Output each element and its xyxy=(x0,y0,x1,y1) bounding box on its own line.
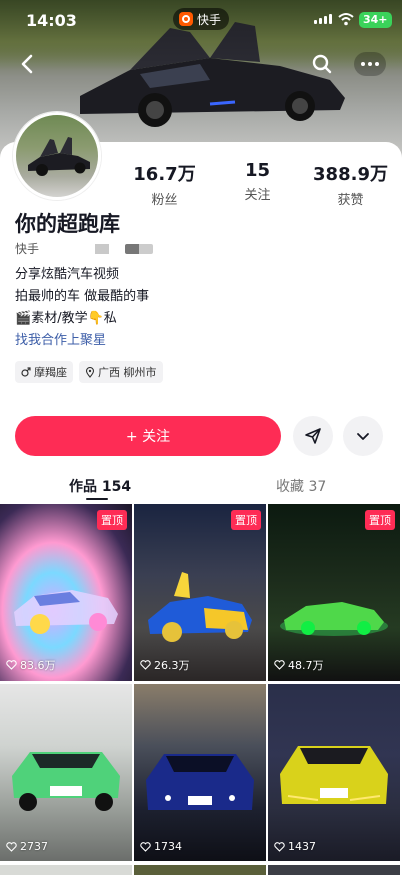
male-icon xyxy=(21,367,31,377)
status-bar: 14:03 快手 34+ xyxy=(0,8,402,32)
active-tab-indicator xyxy=(86,498,108,500)
follow-button[interactable]: + 关注 xyxy=(15,416,281,456)
signal-icon xyxy=(314,14,332,24)
battery-indicator: 34+ xyxy=(359,12,392,28)
video-likes: 1734 xyxy=(140,840,182,853)
video-likes: 2737 xyxy=(6,840,48,853)
pinned-badge: 置顶 xyxy=(97,510,127,530)
user-id-row[interactable]: 快手 xyxy=(15,240,154,257)
likes-count: 388.9万 xyxy=(313,164,388,185)
green-lambo-image xyxy=(12,752,120,811)
video-thumbnail[interactable]: 置顶 26.3万 xyxy=(134,504,266,681)
followers-label: 粉丝 xyxy=(151,193,178,208)
heart-icon xyxy=(274,841,285,852)
pinned-badge: 置顶 xyxy=(365,510,395,530)
video-thumbnail[interactable]: 置顶 48.7万 xyxy=(268,504,400,681)
content-tabs: 作品 154 收藏 37 xyxy=(0,472,402,502)
profile-bio: 分享炫酷汽车视频 拍最帅的车 做最酷的事 🎬素材/教学👇私 找我合作上聚星 xyxy=(15,264,149,352)
send-icon xyxy=(305,428,321,444)
video-thumbnail[interactable] xyxy=(134,865,266,875)
green-car-image xyxy=(280,602,388,636)
video-thumbnail[interactable]: 置顶 83.6万 xyxy=(0,504,132,681)
share-button[interactable] xyxy=(293,416,333,456)
bio-line-3-text: 素材/教学 xyxy=(31,311,88,326)
blue-yellow-car-image xyxy=(148,572,252,642)
video-thumbnail[interactable] xyxy=(268,865,400,875)
pinned-badge: 置顶 xyxy=(231,510,261,530)
heart-icon xyxy=(274,660,285,670)
followers-count: 16.7万 xyxy=(133,164,196,185)
video-likes: 83.6万 xyxy=(6,657,56,673)
rainbow-car-image xyxy=(14,590,118,634)
back-arrow-icon[interactable] xyxy=(14,50,42,78)
zodiac-text: 摩羯座 xyxy=(34,366,67,379)
expand-button[interactable] xyxy=(343,416,383,456)
wifi-icon xyxy=(338,13,354,26)
heart-icon xyxy=(6,660,17,670)
likes-count: 1437 xyxy=(288,840,316,853)
status-time: 14:03 xyxy=(26,11,77,30)
location-tag: 广西 柳州市 xyxy=(79,361,163,383)
video-thumbnail[interactable] xyxy=(0,865,132,875)
chevron-down-icon xyxy=(357,433,369,440)
heart-icon xyxy=(140,841,151,852)
following-label: 关注 xyxy=(244,188,271,203)
search-icon[interactable] xyxy=(308,50,336,78)
app-indicator[interactable]: 快手 xyxy=(173,8,230,30)
likes-count: 2737 xyxy=(20,840,48,853)
video-likes: 48.7万 xyxy=(274,657,324,673)
tab-works[interactable]: 作品 154 xyxy=(69,476,131,496)
video-likes: 26.3万 xyxy=(140,657,190,673)
following-count: 15 xyxy=(244,160,271,181)
location-icon xyxy=(85,366,95,378)
video-thumbnail[interactable]: 1437 xyxy=(268,684,400,861)
stat-followers[interactable]: 16.7万 粉丝 xyxy=(118,160,211,208)
profile-stats: 16.7万 粉丝 15 关注 388.9万 获赞 xyxy=(118,160,398,208)
point-down-emoji-icon: 👇 xyxy=(87,311,104,326)
video-likes: 1437 xyxy=(274,840,316,853)
bio-line-2: 拍最帅的车 做最酷的事 xyxy=(15,289,150,304)
yellow-car-image xyxy=(280,746,388,804)
redacted-id xyxy=(95,243,110,254)
heart-icon xyxy=(140,660,151,670)
location-text: 广西 柳州市 xyxy=(98,366,157,379)
likes-count: 48.7万 xyxy=(288,659,324,672)
user-id-prefix: 快手 xyxy=(15,242,40,256)
bio-line-3-suffix: 私 xyxy=(103,311,117,326)
stat-likes[interactable]: 388.9万 获赞 xyxy=(304,160,397,208)
app-name: 快手 xyxy=(197,12,222,27)
bio-line-1: 分享炫酷汽车视频 xyxy=(15,267,120,282)
stat-following[interactable]: 15 关注 xyxy=(211,160,304,208)
avatar-car-image xyxy=(28,137,90,176)
likes-count: 26.3万 xyxy=(154,659,190,672)
heart-icon xyxy=(6,841,17,852)
likes-count: 83.6万 xyxy=(20,659,56,672)
profile-name: 你的超跑库 xyxy=(15,212,120,236)
avatar[interactable] xyxy=(13,112,101,200)
cooperation-link[interactable]: 找我合作上聚星 xyxy=(15,330,149,352)
likes-label: 获赞 xyxy=(337,193,364,208)
tab-favorites[interactable]: 收藏 37 xyxy=(276,476,326,496)
zodiac-tag: 摩羯座 xyxy=(15,361,73,383)
more-options-icon[interactable] xyxy=(354,52,386,76)
likes-count: 1734 xyxy=(154,840,182,853)
dark-blue-car-image xyxy=(146,754,254,810)
bio-line-3: 🎬素材/教学👇私 xyxy=(15,308,149,330)
profile-tags: 摩羯座 广西 柳州市 xyxy=(15,361,163,383)
video-thumbnail[interactable]: 2737 xyxy=(0,684,132,861)
kuaishou-logo-icon xyxy=(179,12,193,26)
redacted-id-2 xyxy=(125,243,154,254)
video-thumbnail[interactable]: 1734 xyxy=(134,684,266,861)
film-emoji-icon: 🎬 xyxy=(15,311,32,326)
follow-label: + 关注 xyxy=(125,429,171,445)
